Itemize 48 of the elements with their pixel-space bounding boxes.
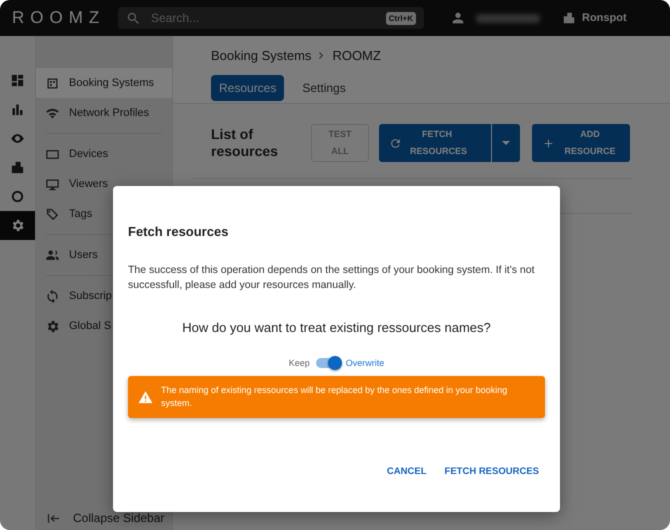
- breadcrumb-item: ROOMZ: [332, 48, 381, 63]
- fetch-resources-button[interactable]: FETCH RESOURCES: [438, 462, 545, 481]
- calendar-icon: [45, 76, 60, 90]
- shortcut-badge: Ctrl+K: [386, 12, 416, 24]
- dialog-title: Fetch resources: [128, 224, 230, 239]
- plus-icon: [542, 136, 555, 150]
- dialog-message: The success of this operation depends on the settings of your booking system. If it's not successfull, please add your resources manually.: [128, 263, 536, 293]
- add-button[interactable]: ADD RESOURCE: [532, 124, 630, 162]
- users-icon: [45, 248, 60, 262]
- building-icon: [10, 160, 25, 175]
- alert-text: The naming of existing ressources will be replaced by the ones defined in your booking system.: [161, 384, 508, 410]
- dashboard-icon: [10, 73, 25, 88]
- sync-icon: [45, 288, 60, 304]
- list-title: List of resources: [211, 126, 279, 160]
- cancel-button[interactable]: CANCEL: [380, 462, 433, 481]
- organization-name[interactable]: Ronspot: [582, 12, 627, 24]
- settings-icon: [10, 218, 25, 233]
- toggle-label: Keep: [288, 358, 310, 368]
- tag-icon: [45, 206, 60, 222]
- tab[interactable]: Settings: [294, 75, 354, 101]
- refresh-icon: [389, 136, 402, 150]
- search-bar[interactable]: Search... Ctrl+K: [118, 7, 424, 29]
- tab[interactable]: Resources: [211, 75, 284, 101]
- search-icon: [126, 10, 141, 26]
- sidebar-item[interactable]: Global S: [36, 311, 172, 341]
- sidebar-item[interactable]: Viewers: [36, 169, 172, 199]
- building-icon: [562, 11, 576, 25]
- sidebar-item[interactable]: Network Profiles: [36, 98, 172, 128]
- warning-icon: [138, 390, 153, 404]
- breadcrumb-item[interactable]: Booking Systems: [211, 48, 312, 63]
- search-input[interactable]: Search...: [149, 10, 378, 26]
- bar-chart-icon: [10, 102, 25, 117]
- ring-icon: [10, 189, 25, 204]
- collapse-sidebar-button[interactable]: Collapse Sidebar: [36, 508, 172, 528]
- sidebar-item[interactable]: Devices: [36, 139, 172, 169]
- toggle-switch[interactable]: [316, 358, 340, 368]
- logo: ROOMZ: [12, 8, 106, 28]
- settings-icon: [45, 318, 60, 334]
- toggle-label: Overwrite: [346, 358, 384, 368]
- user-icon: [450, 10, 466, 26]
- caret-icon: [502, 141, 510, 145]
- question-text: How do you want to treat existing ressources names?: [181, 320, 492, 335]
- monitor-icon: [45, 176, 60, 192]
- fetch-button[interactable]: FETCH RESOURCES: [379, 124, 491, 162]
- eye-icon: [10, 131, 25, 146]
- rail-item[interactable]: [0, 211, 35, 240]
- blurred-name: [476, 14, 540, 22]
- sidebar-item[interactable]: Booking Systems: [36, 68, 172, 98]
